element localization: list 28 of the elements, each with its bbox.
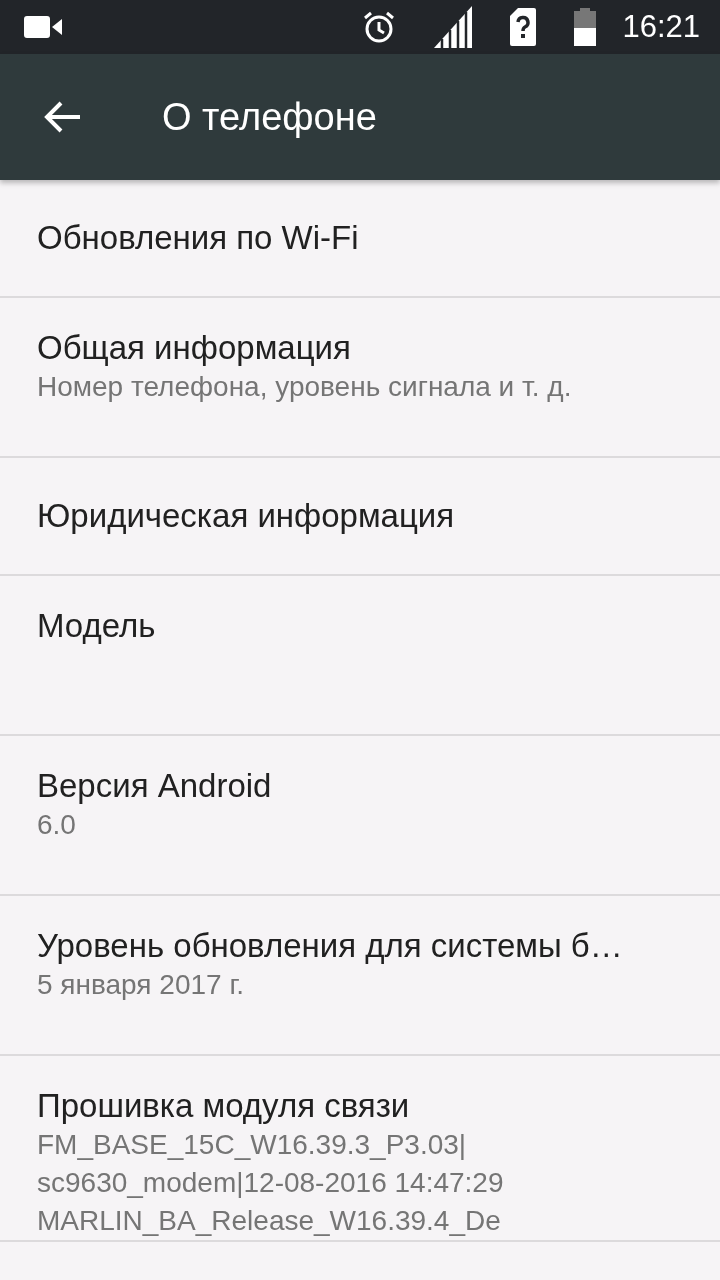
item-summary: FM_BASE_15C_W16.39.3_P3.03| bbox=[37, 1128, 467, 1162]
item-title: Версия Android bbox=[37, 766, 272, 806]
item-title: Общая информация bbox=[37, 328, 351, 368]
item-summary: Номер телефона, уровень сигнала и т. д. bbox=[37, 370, 572, 404]
alarm-clock-icon bbox=[362, 10, 397, 44]
settings-item[interactable]: Юридическая информация bbox=[0, 458, 720, 576]
settings-item[interactable]: Общая информация Номер телефона, уровень сигнала и т. д. bbox=[0, 298, 720, 458]
sim-card-unknown-icon bbox=[510, 8, 537, 46]
settings-item[interactable]: Уровень обновления для системы б… 5 января 2017 г. bbox=[0, 896, 720, 1056]
settings-item[interactable]: Модель bbox=[0, 576, 720, 736]
battery-icon bbox=[574, 8, 597, 46]
item-title: Юридическая информация bbox=[37, 496, 455, 536]
item-summary: sc9630_modem|12-08-2016 14:47:29 bbox=[37, 1166, 504, 1200]
settings-item[interactable]: Прошивка модуля связи FM_BASE_15C_W16.39.3_P3.03| sc9630_modem|12-08-2016 14:47:29 MARLIN_BA_Release_W16.39.4_De bbox=[0, 1056, 720, 1242]
item-summary: 6.0 bbox=[37, 808, 76, 842]
item-summary: MARLIN_BA_Release_W16.39.4_De bbox=[37, 1204, 501, 1238]
clock: 16:21 bbox=[622, 9, 700, 45]
item-title: Прошивка модуля связи bbox=[37, 1086, 410, 1126]
video-camera-icon bbox=[24, 16, 62, 38]
signal-icon bbox=[434, 6, 473, 48]
item-summary: 5 января 2017 г. bbox=[37, 968, 244, 1002]
item-title: Модель bbox=[37, 606, 156, 646]
settings-item[interactable]: Обновления по Wi-Fi bbox=[0, 180, 720, 298]
back-arrow-icon bbox=[43, 101, 81, 133]
settings-item[interactable]: Версия Android 6.0 bbox=[0, 736, 720, 896]
item-title: Уровень обновления для системы б… bbox=[37, 926, 623, 966]
screen-title: О телефоне bbox=[162, 95, 377, 139]
item-title: Обновления по Wi-Fi bbox=[37, 218, 359, 258]
